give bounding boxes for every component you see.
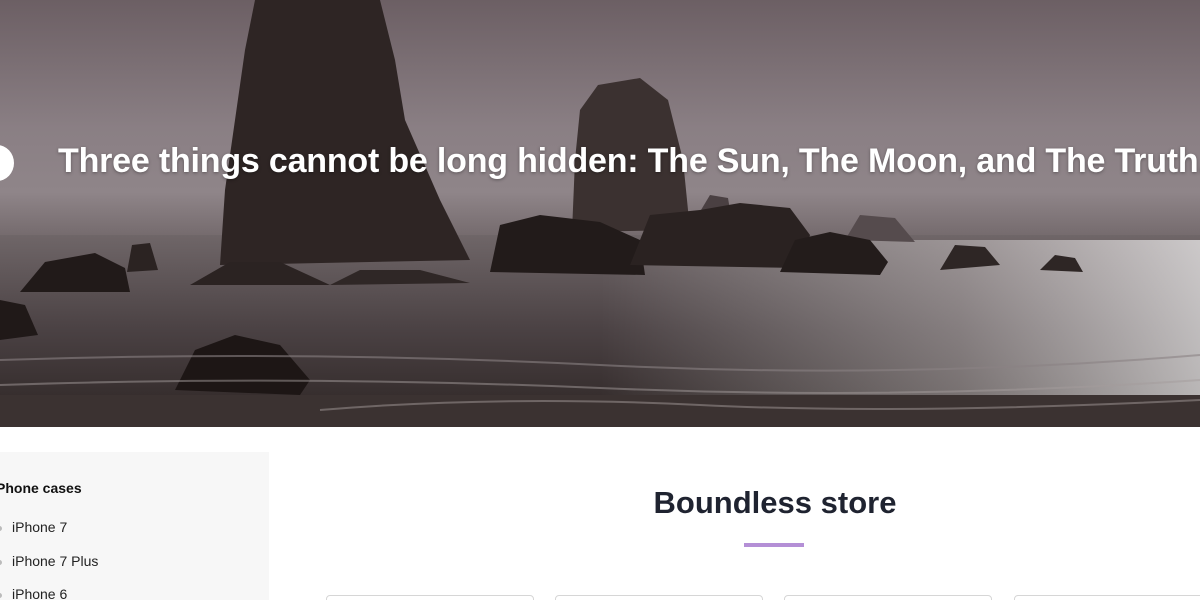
- hero-background-image: [0, 0, 1200, 427]
- hero-banner: Three things cannot be long hidden: The …: [0, 0, 1200, 427]
- sidebar-item-label: iPhone 6: [12, 586, 68, 600]
- title-underline: [744, 543, 804, 547]
- sidebar-item-label: iPhone 7 Plus: [12, 553, 99, 569]
- bullet-icon: [0, 526, 2, 531]
- bullet-icon: [0, 593, 2, 598]
- hero-quote: Three things cannot be long hidden: The …: [58, 142, 1200, 180]
- product-card[interactable]: [555, 595, 763, 600]
- sidebar-item-label: iPhone 7: [12, 519, 68, 535]
- bullet-icon: [0, 560, 2, 565]
- product-card[interactable]: [326, 595, 534, 600]
- sidebar-title: Phone cases: [0, 480, 82, 496]
- page-title: Boundless store: [653, 485, 897, 520]
- sidebar: Phone cases iPhone 7 iPhone 7 Plus iPhon…: [0, 452, 269, 600]
- product-card[interactable]: [784, 595, 992, 600]
- product-card[interactable]: [1014, 595, 1200, 600]
